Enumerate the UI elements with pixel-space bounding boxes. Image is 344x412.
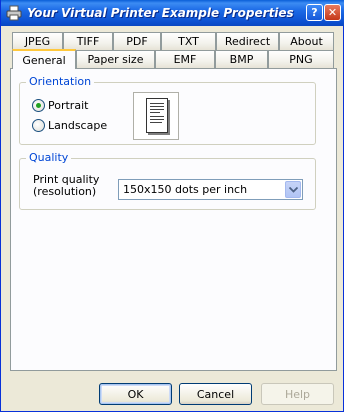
- ok-button[interactable]: OK: [99, 383, 172, 405]
- print-quality-label: Print quality (resolution): [33, 174, 99, 198]
- print-quality-value: 150x150 dots per inch: [123, 183, 248, 196]
- tab-about[interactable]: About: [279, 32, 334, 50]
- window-title: Your Virtual Printer Example Properties: [27, 6, 294, 20]
- tab-bmp[interactable]: BMP: [215, 50, 268, 68]
- title-close-button[interactable]: ✕: [324, 4, 341, 21]
- help-icon: ?: [311, 6, 318, 19]
- tab-label: General: [22, 53, 66, 67]
- tab-label: EMF: [173, 53, 197, 66]
- tab-emf[interactable]: EMF: [155, 50, 215, 68]
- cancel-button[interactable]: Cancel: [179, 383, 252, 405]
- quality-group-title: Quality: [26, 151, 72, 164]
- properties-dialog: Your Virtual Printer Example Properties …: [0, 0, 344, 412]
- tab-label: About: [290, 35, 323, 48]
- landscape-radio[interactable]: Landscape: [32, 119, 107, 132]
- ok-label: OK: [127, 387, 144, 401]
- help-button[interactable]: Help: [261, 383, 334, 405]
- tab-label: PNG: [289, 53, 313, 66]
- print-quality-label-line2: (resolution): [33, 185, 97, 198]
- title-bar[interactable]: Your Virtual Printer Example Properties …: [1, 0, 344, 26]
- tab-txt[interactable]: TXT: [161, 32, 216, 50]
- radio-button-unchecked[interactable]: [32, 119, 45, 132]
- portrait-page-icon: [133, 92, 179, 140]
- tab-label: TXT: [178, 35, 199, 48]
- general-tab-panel: Orientation Portrait Landscape Quality P…: [10, 68, 337, 371]
- tab-label: PDF: [126, 35, 148, 48]
- title-help-button[interactable]: ?: [306, 4, 323, 21]
- tab-tiff[interactable]: TIFF: [63, 32, 113, 50]
- print-quality-select[interactable]: 150x150 dots per inch: [118, 179, 303, 200]
- portrait-radio[interactable]: Portrait: [32, 99, 88, 112]
- tab-jpeg[interactable]: JPEG: [12, 32, 63, 50]
- chevron-down-icon[interactable]: [285, 181, 301, 198]
- tab-label: BMP: [229, 53, 254, 66]
- cancel-label: Cancel: [196, 387, 235, 401]
- tab-general[interactable]: General: [12, 49, 76, 69]
- landscape-label: Landscape: [48, 119, 108, 132]
- tab-paper-size[interactable]: Paper size: [76, 50, 155, 68]
- orientation-group-title: Orientation: [26, 75, 95, 88]
- portrait-label: Portrait: [48, 99, 89, 112]
- tab-redirect[interactable]: Redirect: [216, 32, 279, 50]
- quality-group: Quality Print quality (resolution) 150x1…: [19, 151, 316, 210]
- tab-label: TIFF: [76, 35, 100, 48]
- printer-icon: [6, 5, 22, 21]
- orientation-group: Orientation Portrait Landscape: [19, 75, 316, 145]
- tab-label: Paper size: [87, 53, 144, 66]
- tab-label: JPEG: [24, 35, 51, 48]
- tab-pdf[interactable]: PDF: [113, 32, 161, 50]
- tab-label: Redirect: [224, 35, 271, 48]
- tab-png[interactable]: PNG: [268, 50, 334, 68]
- close-icon: ✕: [327, 6, 338, 19]
- help-label: Help: [284, 387, 311, 401]
- radio-button-checked[interactable]: [32, 99, 45, 112]
